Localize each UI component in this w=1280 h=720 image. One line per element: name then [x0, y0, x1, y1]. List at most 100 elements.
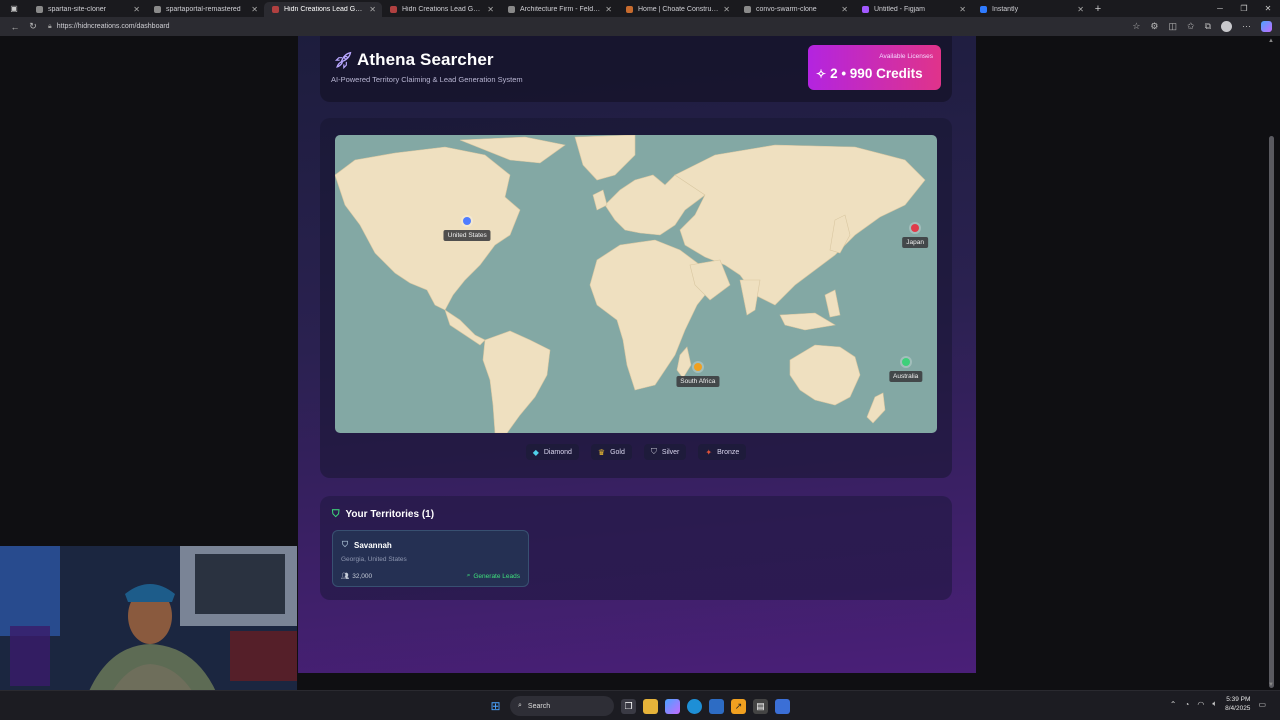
window-controls: ─ ❐ ✕: [1208, 0, 1280, 17]
network-icon[interactable]: ◔: [1184, 700, 1189, 709]
new-tab-button[interactable]: +: [1090, 1, 1106, 16]
wifi-icon[interactable]: ◠: [1197, 700, 1204, 709]
windows-start-icon[interactable]: ⊞: [488, 699, 503, 714]
star-icon: ✦: [705, 447, 713, 457]
territories-heading-row: ⛉ Your Territories (1): [332, 509, 434, 520]
profile-avatar[interactable]: [1221, 21, 1232, 32]
app-subtitle: AI-Powered Territory Claiming & Lead Gen…: [331, 75, 523, 84]
legend-label: Bronze: [717, 448, 740, 456]
legend-chip[interactable]: ⛉ Silver: [643, 444, 687, 460]
tab-favicon-icon: [862, 6, 869, 13]
credits-value-row: ✧ 2 • 990 Credits: [816, 66, 923, 81]
browser-tab[interactable]: Untitled - Figjam ✕: [854, 2, 972, 17]
browser-tab[interactable]: Hidn Creations Lead Generator -✕: [264, 2, 382, 17]
credits-caption: Available Licenses: [879, 53, 933, 60]
tab-close-icon[interactable]: ✕: [841, 5, 848, 14]
map-pin[interactable]: [901, 358, 910, 367]
world-map[interactable]: United States Japan South Africa Australia: [335, 135, 937, 433]
tab-favicon-icon: [626, 6, 633, 13]
search-icon: ⌕: [466, 572, 471, 579]
close-window-icon[interactable]: ✕: [1256, 0, 1280, 17]
browser-tab[interactable]: Hidn Creations Lead Generator -✕: [382, 2, 500, 17]
credits-badge: Available Licenses ✧ 2 • 990 Credits: [808, 45, 941, 90]
favorites-icon[interactable]: ✩: [1187, 21, 1195, 32]
map-pin[interactable]: [911, 223, 920, 232]
tier-legend: ◆ Diamond ♛ Gold ⛉ Silver ✦ Bronze: [320, 444, 952, 460]
copilot-icon[interactable]: [1261, 21, 1272, 32]
map-pin[interactable]: [693, 362, 702, 371]
territory-card[interactable]: ⛉ Savannah Georgia, United States 👥︎ 32,…: [332, 530, 529, 587]
population-value: 32,000: [352, 572, 373, 580]
copilot-taskbar-icon[interactable]: [665, 698, 680, 714]
edge-browser-icon[interactable]: [687, 698, 702, 714]
tab-close-icon[interactable]: ✕: [251, 5, 258, 14]
tab-title: Hidn Creations Lead Generator -: [284, 6, 366, 13]
territory-name-row: ⛉ Savannah: [342, 540, 392, 550]
tab-title: Instantly: [992, 6, 1019, 13]
taskbar-center: ⊞ ⌕ Search ❐ ↗ ▤: [488, 696, 790, 716]
generate-leads-button[interactable]: ⌕ Generate Leads: [467, 572, 520, 580]
tab-title: Home | Choate Construction: [638, 6, 720, 13]
browser-tab-strip: ▣ spartan-site-cloner ✕ spartaportal-remas…: [0, 0, 1280, 17]
tab-close-icon[interactable]: ✕: [133, 5, 140, 14]
legend-chip[interactable]: ◆ Diamond: [525, 444, 579, 460]
app-arrow-icon[interactable]: ↗: [731, 698, 746, 714]
volume-icon[interactable]: 🔈︎: [1212, 699, 1217, 709]
tab-favicon-icon: [508, 6, 515, 13]
tab-title: Untitled - Figjam: [874, 6, 925, 13]
refresh-icon[interactable]: ↻: [24, 21, 42, 32]
shield-icon: ⛉: [650, 447, 657, 456]
map-pin-label: Japan: [902, 236, 928, 248]
scroll-up-arrow[interactable]: ▲: [1268, 38, 1274, 44]
window-app-icon[interactable]: [775, 698, 790, 714]
browser-tab[interactable]: spartan-site-cloner ✕: [28, 2, 146, 17]
minimize-icon[interactable]: ─: [1208, 0, 1232, 17]
app-header: Athena Searcher AI-Powered Territory Cla…: [320, 36, 952, 102]
taskbar-search[interactable]: ⌕ Search: [510, 696, 614, 716]
shield-icon: ⛉: [332, 509, 340, 520]
extensions-icon[interactable]: ⚙: [1150, 21, 1158, 32]
maximize-icon[interactable]: ❐: [1232, 0, 1256, 17]
tab-close-icon[interactable]: ✕: [1077, 5, 1084, 14]
map-pin[interactable]: [463, 217, 472, 226]
tab-close-icon[interactable]: ✕: [369, 5, 376, 14]
scroll-down-arrow[interactable]: ▼: [1268, 682, 1274, 688]
tab-close-icon[interactable]: ✕: [723, 5, 730, 14]
browser-tab[interactable]: Architecture Firm - Felder & Asso ✕: [500, 2, 618, 17]
browser-tab[interactable]: Home | Choate Construction ✕: [618, 2, 736, 17]
tab-close-icon[interactable]: ✕: [605, 5, 612, 14]
tray-overflow-icon[interactable]: ⌃: [1170, 700, 1177, 709]
system-tray: ⌃ ◔ ◠ 🔈︎ 5:39 PM 8/4/2025 ▭: [1170, 695, 1266, 713]
tab-close-icon[interactable]: ✕: [959, 5, 966, 14]
notification-icon[interactable]: ▭: [1258, 700, 1266, 709]
browser-tab[interactable]: Instantly ✕: [972, 2, 1090, 17]
file-explorer-icon[interactable]: [643, 698, 658, 714]
back-icon[interactable]: ←: [6, 22, 24, 32]
page-scrollbar[interactable]: [1269, 136, 1274, 688]
browser-tab[interactable]: convo-swarm-clone ✕: [736, 2, 854, 17]
search-icon: ⌕: [518, 702, 522, 709]
url-field[interactable]: 🔒︎ https://hidncreations.com/dashboard: [48, 20, 1128, 34]
legend-chip[interactable]: ♛ Gold: [590, 444, 632, 460]
address-bar: ← ↻ 🔒︎ https://hidncreations.com/dashboa…: [0, 17, 1280, 36]
task-view-icon[interactable]: ❐: [621, 698, 636, 714]
world-map-land: [335, 135, 926, 433]
favorite-star-icon[interactable]: ☆: [1132, 21, 1140, 32]
generate-leads-label: Generate Leads: [473, 572, 520, 580]
more-menu-icon[interactable]: ⋯: [1242, 21, 1251, 32]
legend-label: Gold: [610, 448, 625, 456]
collections-icon[interactable]: ⧉: [1205, 21, 1211, 32]
window-menu-icon[interactable]: ▣: [0, 0, 28, 17]
system-clock[interactable]: 5:39 PM 8/4/2025: [1225, 695, 1250, 713]
store-icon[interactable]: [709, 698, 724, 714]
split-screen-icon[interactable]: ◫: [1169, 21, 1178, 32]
sparkle-icon: ✧: [816, 66, 827, 81]
tab-title: Architecture Firm - Felder & Asso: [520, 6, 601, 13]
terminal-icon[interactable]: ▤: [753, 698, 768, 714]
map-pin-label: Australia: [889, 371, 923, 383]
browser-tab[interactable]: spartaportal-remastered ✕: [146, 2, 264, 17]
legend-chip[interactable]: ✦ Bronze: [698, 444, 747, 460]
legend-label: Silver: [661, 448, 680, 456]
tab-close-icon[interactable]: ✕: [487, 5, 494, 14]
tab-list: spartan-site-cloner ✕ spartaportal-remaste…: [28, 0, 1090, 17]
